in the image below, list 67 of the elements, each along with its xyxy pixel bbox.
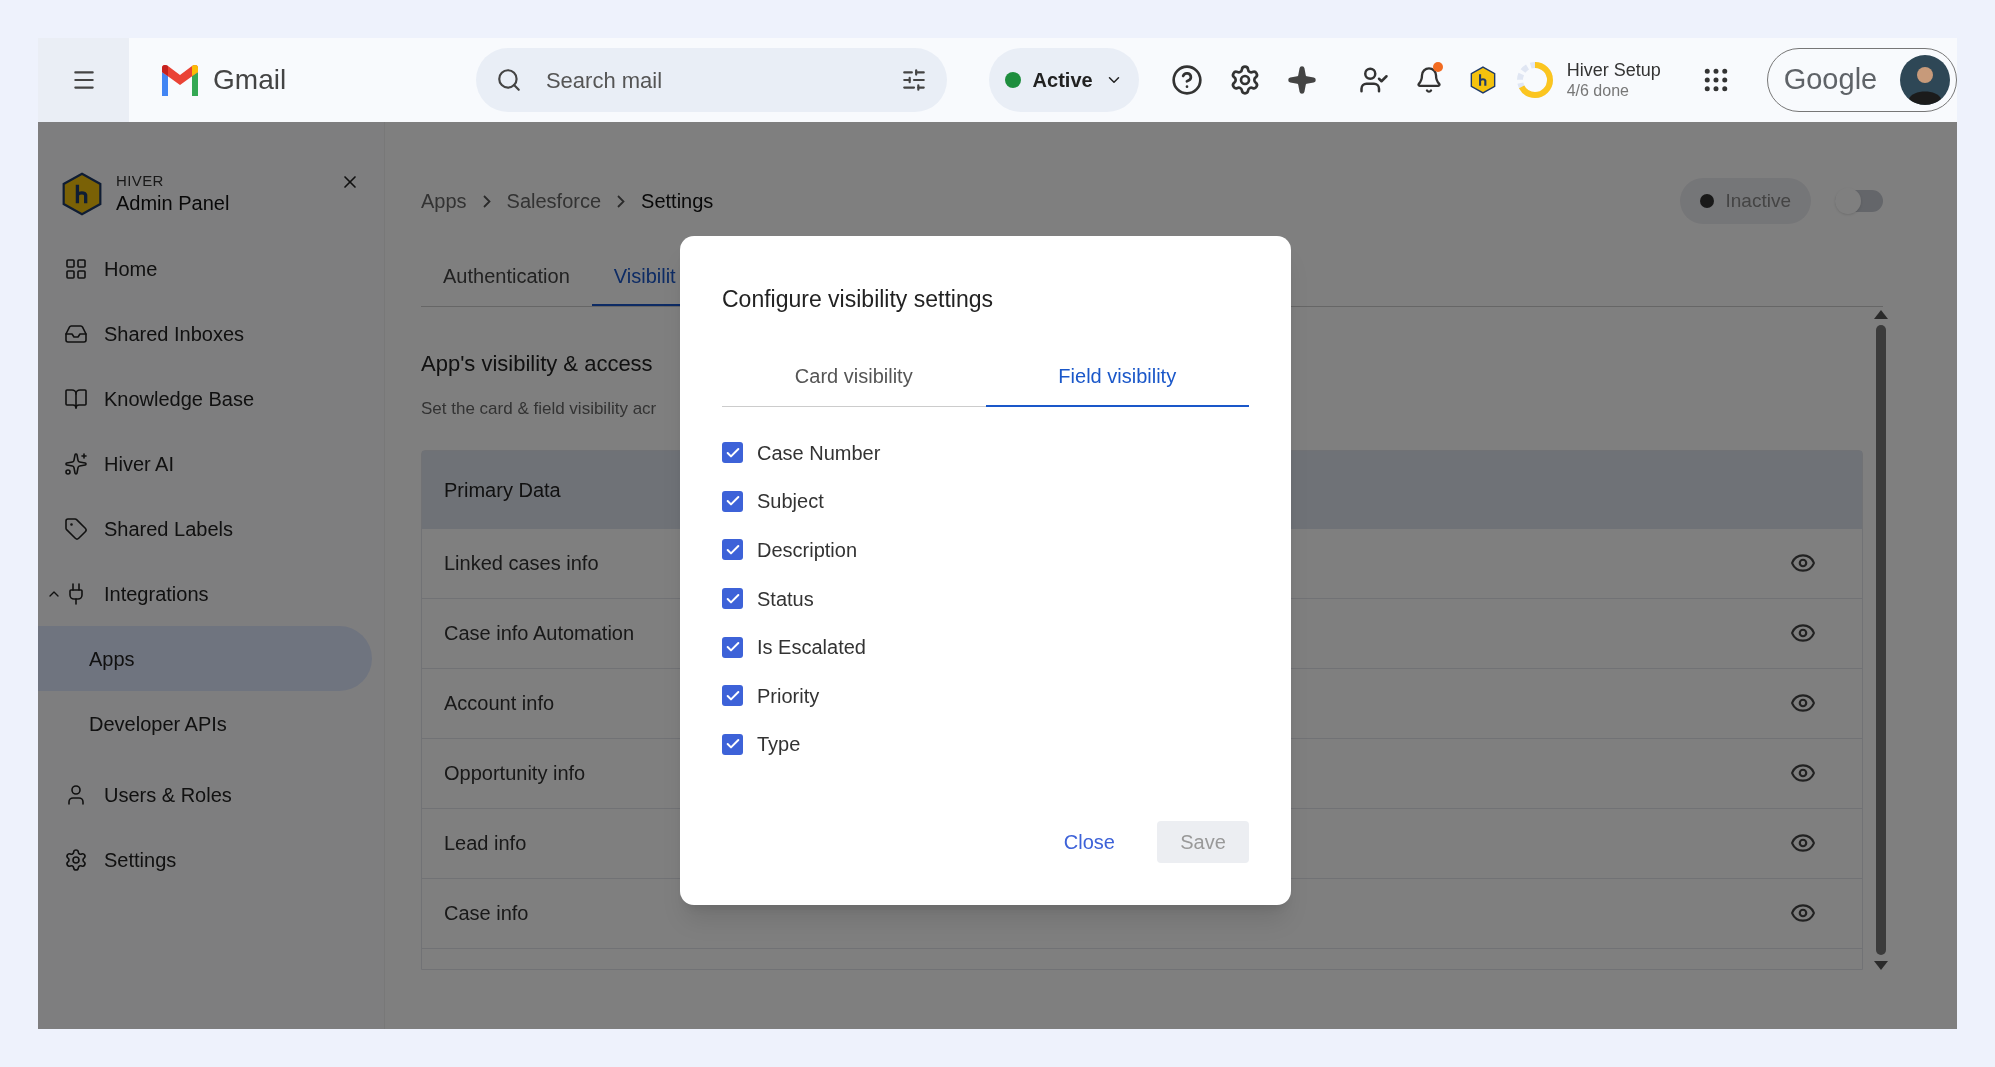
table-cell-text: Opportunity info [444, 761, 586, 786]
help-button[interactable] [1170, 64, 1203, 96]
search-bar[interactable]: Search mail [475, 48, 947, 112]
app-name: Gmail [213, 63, 287, 97]
checkbox-label: Subject [757, 489, 824, 515]
checkbox-label: Is Escalated [757, 635, 866, 661]
table-cell-text: Linked cases info [444, 551, 599, 576]
status-dropdown[interactable]: Active [988, 48, 1139, 112]
section-subtitle: Set the card & field visibility acr [421, 398, 657, 420]
sparkle-icon [1286, 65, 1317, 95]
checkbox-label: Priority [757, 683, 820, 709]
checkbox[interactable] [722, 733, 743, 755]
grid-icon [64, 256, 88, 281]
breadcrumb-link[interactable]: Apps [421, 186, 467, 216]
checkbox[interactable] [722, 442, 743, 464]
bell-icon [1414, 66, 1443, 94]
checkbox[interactable] [722, 539, 743, 561]
table-cell-text: Case info Automation [444, 621, 635, 646]
checkbox[interactable] [722, 685, 743, 707]
sidebar-subitem[interactable]: Apps [38, 626, 372, 691]
avatar-icon [1900, 55, 1950, 105]
checkbox[interactable] [722, 490, 743, 512]
user-check-icon [1358, 65, 1389, 95]
search-field[interactable]: Search mail [545, 63, 877, 97]
setup-title: Hiver Setup [1566, 58, 1661, 82]
table-cell-text: Case info [444, 901, 529, 926]
sidebar-item[interactable]: Knowledge Base [38, 366, 372, 431]
close-button[interactable]: Close [1059, 821, 1119, 863]
user-check-button[interactable] [1358, 65, 1389, 95]
checkbox-label: Type [757, 732, 801, 758]
checkbox[interactable] [722, 588, 743, 610]
tab[interactable]: Card visibility [722, 346, 986, 407]
tab[interactable]: Authentication [421, 248, 592, 306]
hiver-button[interactable] [1468, 66, 1497, 94]
table-cell-text: Lead info [444, 831, 527, 856]
section-title: App's visibility & access [421, 350, 653, 378]
brand-kicker: HIVER [116, 172, 165, 191]
table-cell-text: Account info [444, 691, 555, 716]
checkbox[interactable] [722, 636, 743, 658]
tab[interactable]: Field visibility [985, 346, 1249, 407]
sidebar-item[interactable]: Home [38, 236, 372, 301]
brand-title: Admin Panel [116, 190, 230, 216]
sidebar-item[interactable]: Settings [38, 827, 372, 892]
sparkle-icon [64, 451, 88, 476]
chevron-icon [482, 194, 491, 208]
search-icon [495, 67, 522, 93]
settings-icon [64, 847, 88, 872]
breadcrumb-link[interactable]: Salesforce [506, 186, 602, 216]
sidebar-subitem[interactable]: Developer APIs [38, 691, 372, 756]
sparkle-button[interactable] [1286, 65, 1317, 95]
hiver-logo-icon [1468, 66, 1497, 94]
toggle-switch[interactable] [1835, 190, 1883, 212]
progress-ring-icon [1514, 60, 1555, 100]
sidebar-item[interactable]: Shared Labels [38, 496, 372, 561]
book-icon [64, 386, 88, 411]
sidebar-item[interactable]: Hiver AI [38, 431, 372, 496]
sidebar-item[interactable]: Users & Roles [38, 762, 372, 827]
checkbox-label: Status [757, 586, 814, 612]
help-icon [1170, 64, 1203, 96]
checkbox-label: Description [757, 538, 858, 563]
filter-icon[interactable] [900, 67, 927, 93]
chevron-icon [617, 194, 626, 208]
tag-icon [64, 516, 88, 541]
hiver-logo-icon [60, 172, 104, 216]
dialog-title: Configure visibility settings [722, 285, 994, 314]
sidebar-item[interactable]: Integrations [38, 561, 372, 626]
sidebar-item[interactable]: Shared Inboxes [38, 301, 372, 366]
